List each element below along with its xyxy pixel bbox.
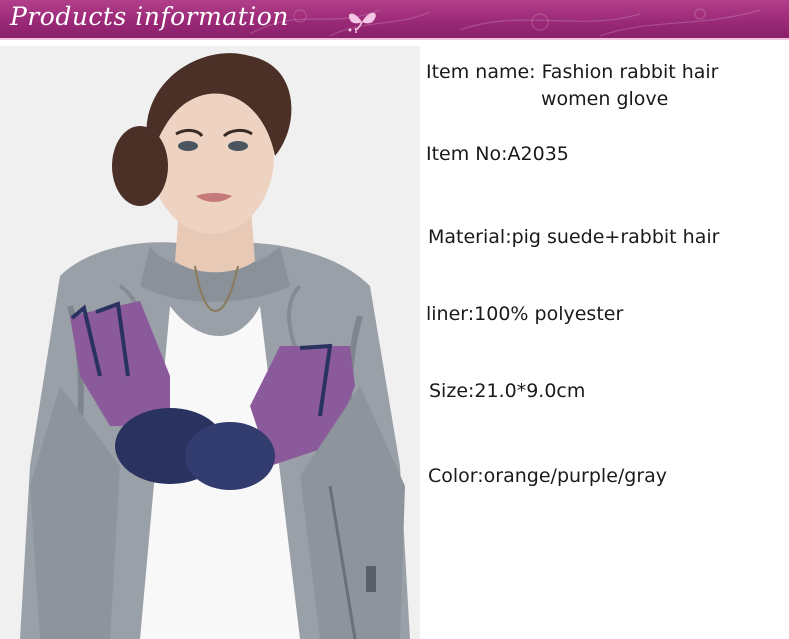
model-illustration	[0, 46, 420, 639]
product-photo	[0, 46, 420, 639]
banner-title: Products information	[10, 2, 289, 31]
item-name-line2: women glove	[541, 88, 669, 110]
item-number: Item No:A2035	[426, 143, 569, 165]
item-name-line1: Item name: Fashion rabbit hair	[426, 61, 719, 83]
butterfly-icon	[348, 12, 376, 33]
color-text: Color:orange/purple/gray	[428, 465, 668, 487]
header-banner: Products information	[0, 0, 789, 38]
liner-text: liner:100% polyester	[426, 303, 624, 325]
header-divider	[0, 38, 789, 40]
size-text: Size:21.0*9.0cm	[429, 380, 586, 402]
material-text: Material:pig suede+rabbit hair	[428, 226, 720, 248]
